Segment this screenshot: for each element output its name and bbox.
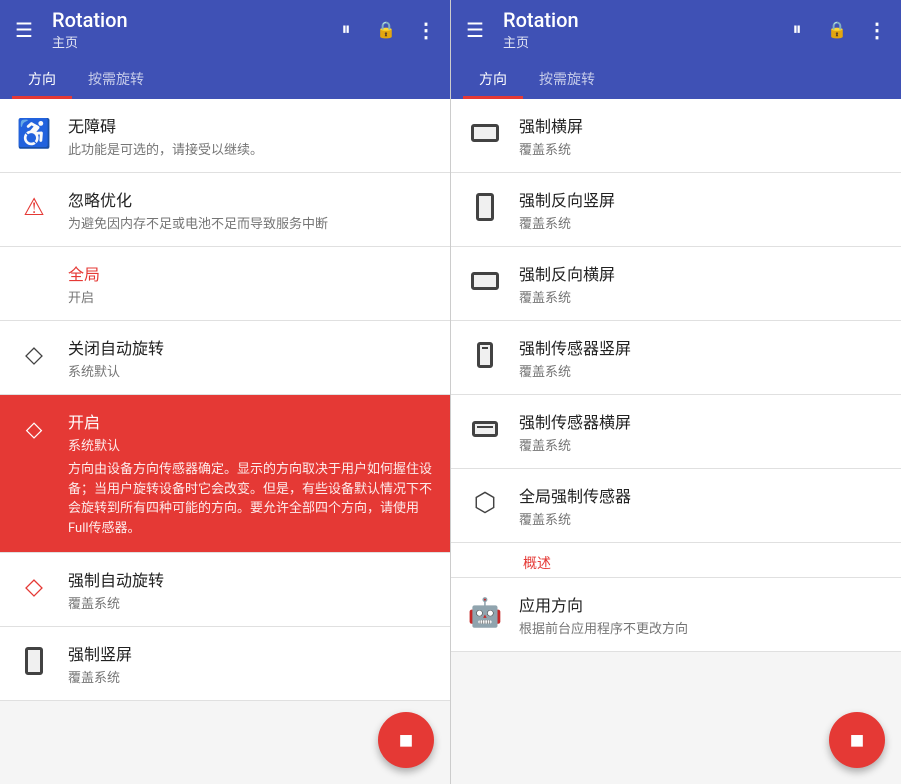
right-app-title: Rotation bbox=[503, 8, 579, 32]
android-icon: 🤖 bbox=[467, 594, 503, 630]
left-list: ♿ 无障碍 此功能是可选的，请接受以继续。 ⚠ 忽略优化 为避免因内存不足或电池… bbox=[0, 99, 450, 784]
right-more-icon[interactable] bbox=[865, 18, 889, 42]
left-fab[interactable]: ■ bbox=[378, 712, 434, 768]
device-icon: ⬦ bbox=[16, 337, 52, 373]
right-header: Rotation 主页 bbox=[451, 0, 901, 59]
left-panel: Rotation 主页 方向 按需旋转 ♿ 无障碍 此功能是可选的，请接受以继续… bbox=[0, 0, 450, 784]
list-item[interactable]: 🤖 应用方向 根据前台应用程序不更改方向 bbox=[451, 578, 901, 652]
section-label-text: 概述 bbox=[523, 556, 551, 572]
right-panel: Rotation 主页 方向 按需旋转 强制横屏 bbox=[450, 0, 901, 784]
item-title: 强制自动旋转 bbox=[68, 567, 434, 591]
left-hamburger-icon[interactable] bbox=[12, 18, 36, 42]
list-item[interactable]: 强制横屏 覆盖系统 bbox=[451, 99, 901, 173]
accessibility-icon: ♿ bbox=[16, 115, 52, 151]
list-item[interactable]: 全局 开启 bbox=[0, 247, 450, 321]
list-item[interactable]: 强制竖屏 覆盖系统 bbox=[0, 627, 450, 701]
right-tabs: 方向 按需旋转 bbox=[451, 59, 901, 99]
item-title: 强制反向竖屏 bbox=[519, 187, 885, 211]
list-item-highlighted[interactable]: ⬦ 开启 系统默认 方向由设备方向传感器确定。显示的方向取决于用户如何握住设备；… bbox=[0, 395, 450, 553]
item-subtitle: 开启 bbox=[68, 287, 434, 306]
left-header-left: Rotation 主页 bbox=[12, 8, 128, 51]
item-subtitle: 覆盖系统 bbox=[68, 667, 434, 686]
list-item[interactable]: ⬡ 全局强制传感器 覆盖系统 bbox=[451, 469, 901, 543]
item-subtitle: 此功能是可选的，请接受以继续。 bbox=[68, 139, 434, 158]
right-fab[interactable]: ■ bbox=[829, 712, 885, 768]
list-item[interactable]: 强制反向竖屏 覆盖系统 bbox=[451, 173, 901, 247]
left-header-right bbox=[334, 18, 438, 42]
force-auto-icon: ⬦ bbox=[16, 569, 52, 605]
item-title: 开启 bbox=[68, 409, 434, 433]
list-item[interactable]: 强制反向横屏 覆盖系统 bbox=[451, 247, 901, 321]
force-rev-landscape-icon bbox=[467, 263, 503, 299]
right-header-right bbox=[785, 18, 889, 42]
item-title: 强制传感器横屏 bbox=[519, 409, 885, 433]
item-title: 无障碍 bbox=[68, 113, 434, 137]
item-subtitle: 系统默认 bbox=[68, 435, 434, 454]
item-title: 强制传感器竖屏 bbox=[519, 335, 885, 359]
warning-icon: ⚠ bbox=[16, 189, 52, 225]
sensor-portrait-icon bbox=[467, 337, 503, 373]
right-hamburger-icon[interactable] bbox=[463, 18, 487, 42]
item-subtitle: 覆盖系统 bbox=[68, 593, 434, 612]
item-subtitle: 为避免因内存不足或电池不足而导致服务中断 bbox=[68, 213, 434, 232]
left-app-subtitle: 主页 bbox=[52, 32, 128, 51]
right-title-group: Rotation 主页 bbox=[503, 8, 579, 51]
list-item[interactable]: ⬦ 强制自动旋转 覆盖系统 bbox=[0, 553, 450, 627]
item-subtitle: 覆盖系统 bbox=[519, 287, 885, 306]
left-header: Rotation 主页 bbox=[0, 0, 450, 59]
force-portrait-icon bbox=[16, 643, 52, 679]
item-subtitle: 覆盖系统 bbox=[519, 435, 885, 454]
right-app-subtitle: 主页 bbox=[503, 32, 579, 51]
right-tab-on-demand[interactable]: 按需旋转 bbox=[523, 59, 611, 99]
sensor-landscape-icon bbox=[467, 411, 503, 447]
item-title: 全局 bbox=[68, 261, 434, 285]
list-item[interactable]: ♿ 无障碍 此功能是可选的，请接受以继续。 bbox=[0, 99, 450, 173]
list-item[interactable]: ⚠ 忽略优化 为避免因内存不足或电池不足而导致服务中断 bbox=[0, 173, 450, 247]
item-title: 强制竖屏 bbox=[68, 641, 434, 665]
list-item[interactable]: 强制传感器横屏 覆盖系统 bbox=[451, 395, 901, 469]
right-pause-icon[interactable] bbox=[785, 18, 809, 42]
section-label-overview: 概述 bbox=[451, 543, 901, 578]
left-tabs: 方向 按需旋转 bbox=[0, 59, 450, 99]
right-header-left: Rotation 主页 bbox=[463, 8, 579, 51]
item-title: 关闭自动旋转 bbox=[68, 335, 434, 359]
item-title: 忽略优化 bbox=[68, 187, 434, 211]
item-subtitle: 系统默认 bbox=[68, 361, 434, 380]
item-subtitle: 覆盖系统 bbox=[519, 509, 885, 528]
force-landscape-icon bbox=[467, 115, 503, 151]
force-rev-portrait-icon bbox=[467, 189, 503, 225]
right-tab-direction[interactable]: 方向 bbox=[463, 59, 523, 99]
full-sensor-icon: ⬡ bbox=[467, 485, 503, 521]
global-icon bbox=[16, 263, 52, 299]
left-pause-icon[interactable] bbox=[334, 18, 358, 42]
left-tab-direction[interactable]: 方向 bbox=[12, 59, 72, 99]
left-app-title: Rotation bbox=[52, 8, 128, 32]
left-title-group: Rotation 主页 bbox=[52, 8, 128, 51]
list-item[interactable]: ⬦ 关闭自动旋转 系统默认 bbox=[0, 321, 450, 395]
right-list: 强制横屏 覆盖系统 强制反向竖屏 覆盖系统 bbox=[451, 99, 901, 784]
list-item[interactable]: 强制传感器竖屏 覆盖系统 bbox=[451, 321, 901, 395]
item-title: 全局强制传感器 bbox=[519, 483, 885, 507]
item-title: 应用方向 bbox=[519, 592, 885, 616]
item-subtitle: 覆盖系统 bbox=[519, 213, 885, 232]
right-lock-icon[interactable] bbox=[825, 18, 849, 42]
item-title: 强制横屏 bbox=[519, 113, 885, 137]
rotate-icon: ⬦ bbox=[16, 411, 52, 447]
item-subtitle: 根据前台应用程序不更改方向 bbox=[519, 618, 885, 637]
item-title: 强制反向横屏 bbox=[519, 261, 885, 285]
item-desc: 方向由设备方向传感器确定。显示的方向取决于用户如何握住设备；当用户旋转设备时它会… bbox=[68, 460, 434, 538]
left-lock-icon[interactable] bbox=[374, 18, 398, 42]
right-panel-wrapper: 强制横屏 覆盖系统 强制反向竖屏 覆盖系统 bbox=[451, 99, 901, 784]
item-subtitle: 覆盖系统 bbox=[519, 139, 885, 158]
left-tab-on-demand[interactable]: 按需旋转 bbox=[72, 59, 160, 99]
item-subtitle: 覆盖系统 bbox=[519, 361, 885, 380]
left-more-icon[interactable] bbox=[414, 18, 438, 42]
left-panel-wrapper: ♿ 无障碍 此功能是可选的，请接受以继续。 ⚠ 忽略优化 为避免因内存不足或电池… bbox=[0, 99, 450, 784]
